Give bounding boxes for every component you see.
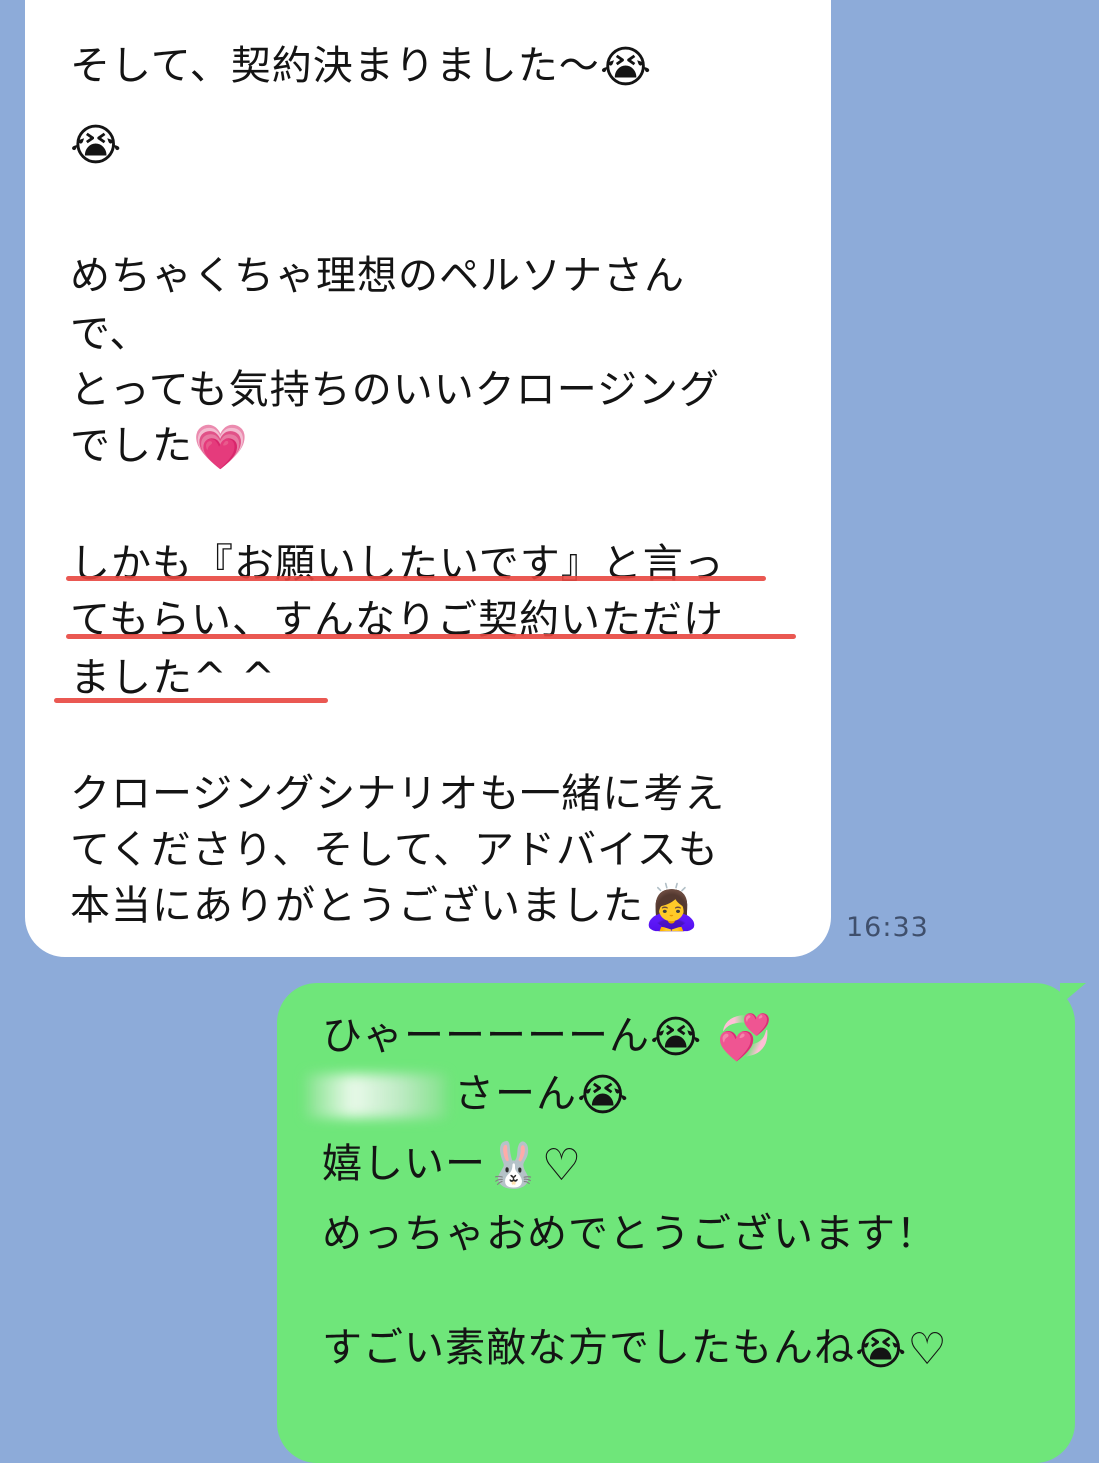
incoming-line-7: しかも『お願いしたいです』と言っ xyxy=(70,541,725,587)
crying-face-emoji-icon: 😭 xyxy=(599,42,653,93)
pink-heart-emoji-icon: 💗 xyxy=(193,422,249,473)
incoming-line-5: とっても気持ちのいいクロージング xyxy=(70,367,720,413)
loudly-crying-emoji-icon: 😭 xyxy=(577,1070,630,1121)
incoming-line-2: 😭 xyxy=(70,116,122,174)
outgoing-line-1: ひゃーーーーーん😭 💞 xyxy=(322,1008,773,1066)
incoming-line-4: で、 xyxy=(70,311,151,357)
red-underline-2 xyxy=(66,634,796,639)
incoming-line-1: そして、契約決まりました〜😭 xyxy=(70,38,652,96)
loudly-crying-heart-emoji-icon: 😭 💞 xyxy=(650,1012,774,1063)
red-underline-1 xyxy=(66,576,766,581)
incoming-line-6: でした💗 xyxy=(70,418,249,476)
crying-rabbit-sticker-icon: 🐰♡ xyxy=(486,1140,583,1191)
message-timestamp: 16:33 xyxy=(846,912,929,943)
crying-face-emoji-icon: 😭 xyxy=(70,120,123,171)
incoming-line-12: 本当にありがとうございました🙇‍♀️ xyxy=(70,878,700,936)
outgoing-line-3: 嬉しいー🐰♡ xyxy=(322,1136,582,1194)
red-underline-3 xyxy=(54,698,328,703)
outgoing-line-2: さーん😭 xyxy=(306,1066,629,1124)
loudly-crying-heart-emoji-icon: 😭♡ xyxy=(855,1324,948,1375)
incoming-line-10: クロージングシナリオも一緒に考え xyxy=(70,771,726,817)
bowing-woman-emoji-icon: 🙇‍♀️ xyxy=(644,882,700,933)
incoming-line-8: てもらい、すんなりご契約いただけ xyxy=(70,597,724,643)
incoming-line-11: てくださり、そして、アドバイスも xyxy=(70,827,719,873)
outgoing-line-4: めっちゃおめでとうございます！ xyxy=(322,1211,937,1257)
outgoing-line-5: すごい素敵な方でしたもんね😭♡ xyxy=(322,1320,948,1378)
incoming-line-3: めちゃくちゃ理想のペルソナさん xyxy=(70,253,685,299)
blurred-name xyxy=(306,1074,446,1118)
